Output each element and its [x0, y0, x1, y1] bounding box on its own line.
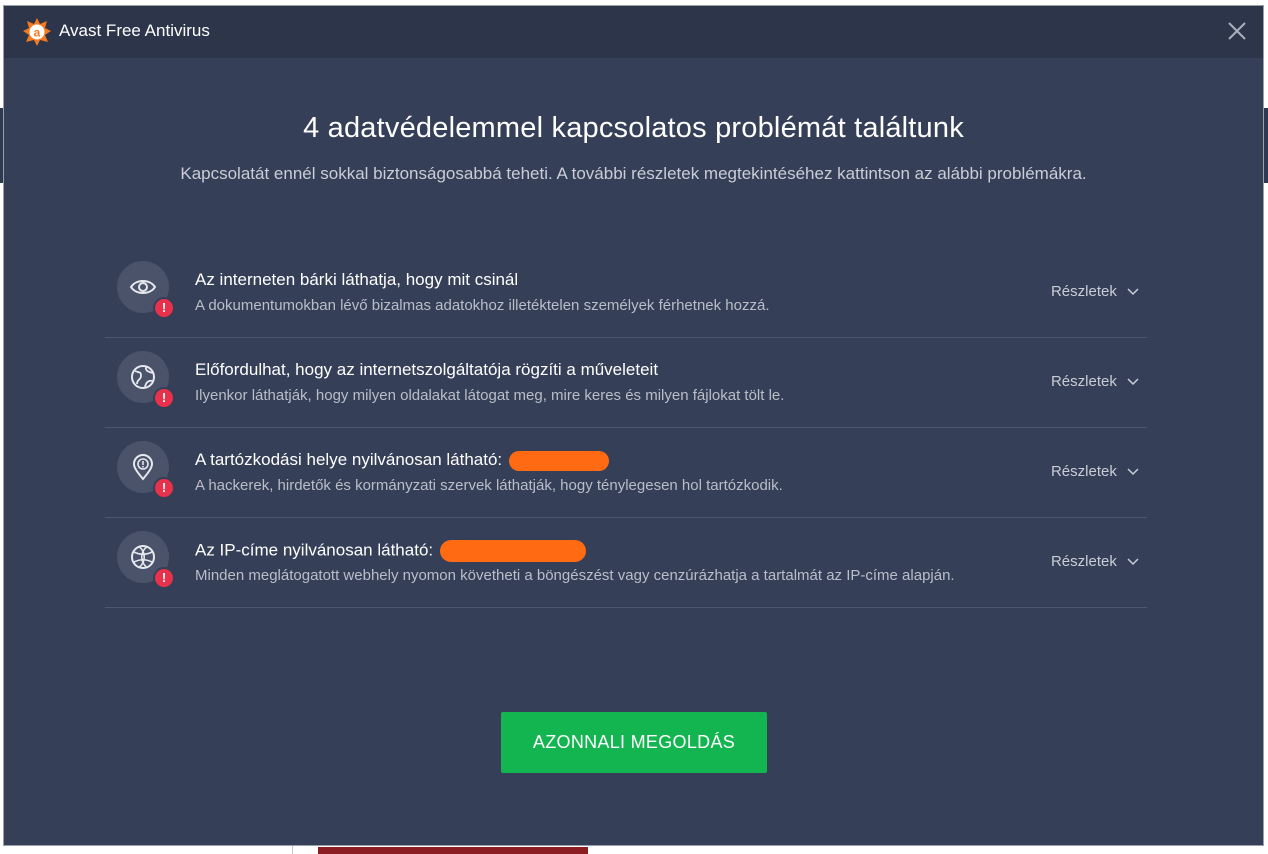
issue-title-text: Az IP-címe nyilvánosan látható:: [195, 540, 434, 560]
issue-title: Előfordulhat, hogy az internetszolgáltat…: [195, 360, 659, 379]
background-app-divider: [292, 846, 293, 854]
chevron-down-icon: [1127, 468, 1139, 476]
issue-icon-container: !: [117, 351, 175, 409]
details-toggle[interactable]: Részletek: [1051, 463, 1139, 480]
globe-network-icon: [131, 545, 155, 569]
close-icon[interactable]: [1225, 19, 1249, 43]
chevron-down-icon: [1127, 558, 1139, 566]
details-label: Részletek: [1050, 373, 1117, 390]
issue-description: Ilyenkor láthatják, hogy milyen oldalaka…: [195, 387, 785, 404]
redaction-mark: [439, 540, 586, 562]
fix-now-button[interactable]: AZONNALI MEGOLDÁS: [501, 712, 767, 773]
alert-badge: !: [153, 477, 175, 499]
issue-row-isp[interactable]: ! Előfordulhat, hogy az internetszolgált…: [105, 338, 1147, 428]
alert-badge: !: [153, 297, 175, 319]
issue-title: Az IP-címe nyilvánosan látható:: [195, 540, 586, 562]
alert-badge: !: [153, 387, 175, 409]
background-app-band-right: [1264, 108, 1268, 183]
redaction-mark: [508, 450, 609, 471]
page-subtitle: Kapcsolatát ennél sokkal biztonságosabbá…: [180, 164, 1087, 183]
page-title: 4 adatvédelemmel kapcsolatos problémát t…: [303, 112, 964, 144]
issue-row-ip-address[interactable]: ! Az IP-címe nyilvánosan látható: Minden…: [105, 518, 1147, 608]
eye-icon: [129, 280, 157, 294]
background-app-image: [318, 847, 588, 854]
details-label: Részletek: [1050, 283, 1117, 300]
issue-title: A tartózkodási helye nyilvánosan látható…: [195, 450, 609, 471]
issue-list: ! Az interneten bárki láthatja, hogy mit…: [105, 248, 1147, 608]
details-toggle[interactable]: Részletek: [1051, 283, 1139, 300]
title-bar[interactable]: a Avast Free Antivirus: [4, 6, 1263, 58]
location-pin-icon: [132, 454, 154, 481]
chevron-down-icon: [1127, 378, 1139, 386]
issue-title: Az interneten bárki láthatja, hogy mit c…: [195, 270, 519, 289]
details-label: Részletek: [1050, 463, 1117, 480]
issue-description: Minden meglátogatott webhely nyomon köve…: [195, 567, 955, 584]
details-toggle[interactable]: Részletek: [1051, 373, 1139, 390]
globe-icon: [131, 365, 155, 389]
issue-description: A hackerek, hirdetők és kormányzati szer…: [195, 477, 783, 494]
avast-dialog-window: a Avast Free Antivirus 4 adatvédelemmel …: [3, 5, 1264, 846]
issue-description: A dokumentumokban lévő bizalmas adatokho…: [195, 297, 770, 314]
chevron-down-icon: [1127, 288, 1139, 296]
issue-row-tracking[interactable]: ! Az interneten bárki láthatja, hogy mit…: [105, 248, 1147, 338]
avast-logo-icon: a: [23, 18, 51, 46]
issue-icon-container: !: [117, 531, 175, 589]
app-title: Avast Free Antivirus: [59, 21, 210, 40]
svg-text:a: a: [34, 26, 41, 40]
details-label: Részletek: [1050, 553, 1117, 570]
issue-row-location[interactable]: ! A tartózkodási helye nyilvánosan látha…: [105, 428, 1147, 518]
alert-badge: !: [153, 567, 175, 589]
details-toggle[interactable]: Részletek: [1051, 553, 1139, 570]
issue-icon-container: !: [117, 261, 175, 319]
issue-title-text: A tartózkodási helye nyilvánosan látható…: [195, 450, 503, 469]
issue-icon-container: !: [117, 441, 175, 499]
